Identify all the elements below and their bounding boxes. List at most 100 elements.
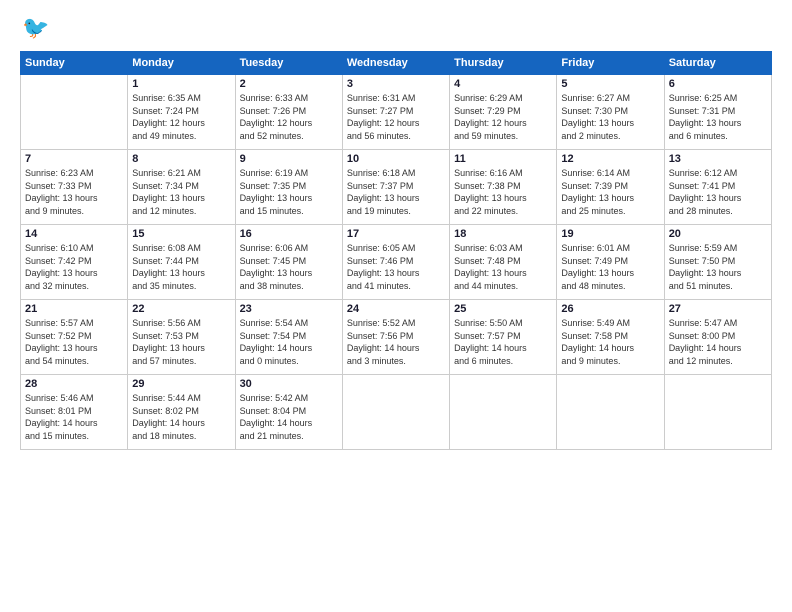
day-info: Sunrise: 5:47 AM Sunset: 8:00 PM Dayligh… <box>669 317 767 367</box>
calendar-cell: 27 Sunrise: 5:47 AM Sunset: 8:00 PM Dayli… <box>664 300 771 375</box>
day-number: 18 <box>454 228 552 240</box>
day-info: Sunrise: 5:46 AM Sunset: 8:01 PM Dayligh… <box>25 392 123 442</box>
day-number: 27 <box>669 303 767 315</box>
day-info: Sunrise: 5:44 AM Sunset: 8:02 PM Dayligh… <box>132 392 230 442</box>
day-info: Sunrise: 6:27 AM Sunset: 7:30 PM Dayligh… <box>561 92 659 142</box>
day-number: 16 <box>240 228 338 240</box>
weekday-header-row: SundayMondayTuesdayWednesdayThursdayFrid… <box>21 52 772 75</box>
day-info: Sunrise: 6:10 AM Sunset: 7:42 PM Dayligh… <box>25 242 123 292</box>
weekday-thursday: Thursday <box>450 52 557 75</box>
calendar-cell: 14 Sunrise: 6:10 AM Sunset: 7:42 PM Dayli… <box>21 225 128 300</box>
weekday-sunday: Sunday <box>21 52 128 75</box>
calendar-cell: 10Sunrise: 6:18 AM Sunset: 7:37 PM Dayli… <box>342 150 449 225</box>
day-number: 14 <box>25 228 123 240</box>
day-number: 20 <box>669 228 767 240</box>
calendar-cell: 15 Sunrise: 6:08 AM Sunset: 7:44 PM Dayli… <box>128 225 235 300</box>
day-number: 19 <box>561 228 659 240</box>
day-info: Sunrise: 5:57 AM Sunset: 7:52 PM Dayligh… <box>25 317 123 367</box>
calendar-table: SundayMondayTuesdayWednesdayThursdayFrid… <box>20 51 772 450</box>
day-number: 7 <box>25 153 123 165</box>
calendar-cell: 30Sunrise: 5:42 AM Sunset: 8:04 PM Dayli… <box>235 375 342 450</box>
day-info: Sunrise: 6:19 AM Sunset: 7:35 PM Dayligh… <box>240 167 338 217</box>
day-info: Sunrise: 6:08 AM Sunset: 7:44 PM Dayligh… <box>132 242 230 292</box>
logo-bird-icon: 🐦 <box>22 15 49 41</box>
day-info: Sunrise: 6:25 AM Sunset: 7:31 PM Dayligh… <box>669 92 767 142</box>
day-info: Sunrise: 6:06 AM Sunset: 7:45 PM Dayligh… <box>240 242 338 292</box>
day-number: 6 <box>669 78 767 90</box>
calendar-cell: 5 Sunrise: 6:27 AM Sunset: 7:30 PM Daylig… <box>557 75 664 150</box>
day-number: 15 <box>132 228 230 240</box>
day-number: 3 <box>347 78 445 90</box>
calendar-cell: 23Sunrise: 5:54 AM Sunset: 7:54 PM Dayli… <box>235 300 342 375</box>
day-number: 25 <box>454 303 552 315</box>
day-info: Sunrise: 5:52 AM Sunset: 7:56 PM Dayligh… <box>347 317 445 367</box>
calendar-cell: 26 Sunrise: 5:49 AM Sunset: 7:58 PM Dayli… <box>557 300 664 375</box>
day-info: Sunrise: 5:59 AM Sunset: 7:50 PM Dayligh… <box>669 242 767 292</box>
day-number: 28 <box>25 378 123 390</box>
day-info: Sunrise: 5:42 AM Sunset: 8:04 PM Dayligh… <box>240 392 338 442</box>
day-info: Sunrise: 5:54 AM Sunset: 7:54 PM Dayligh… <box>240 317 338 367</box>
calendar-cell: 2 Sunrise: 6:33 AM Sunset: 7:26 PM Daylig… <box>235 75 342 150</box>
calendar-cell: 28 Sunrise: 5:46 AM Sunset: 8:01 PM Dayli… <box>21 375 128 450</box>
day-info: Sunrise: 6:01 AM Sunset: 7:49 PM Dayligh… <box>561 242 659 292</box>
calendar-cell: 29 Sunrise: 5:44 AM Sunset: 8:02 PM Dayli… <box>128 375 235 450</box>
calendar-week-5: 28 Sunrise: 5:46 AM Sunset: 8:01 PM Dayli… <box>21 375 772 450</box>
day-number: 2 <box>240 78 338 90</box>
weekday-friday: Friday <box>557 52 664 75</box>
weekday-saturday: Saturday <box>664 52 771 75</box>
day-info: Sunrise: 6:05 AM Sunset: 7:46 PM Dayligh… <box>347 242 445 292</box>
weekday-monday: Monday <box>128 52 235 75</box>
calendar-week-2: 7 Sunrise: 6:23 AM Sunset: 7:33 PM Daylig… <box>21 150 772 225</box>
day-info: Sunrise: 6:29 AM Sunset: 7:29 PM Dayligh… <box>454 92 552 142</box>
calendar-cell: 21 Sunrise: 5:57 AM Sunset: 7:52 PM Dayli… <box>21 300 128 375</box>
day-info: Sunrise: 6:14 AM Sunset: 7:39 PM Dayligh… <box>561 167 659 217</box>
day-info: Sunrise: 5:56 AM Sunset: 7:53 PM Dayligh… <box>132 317 230 367</box>
calendar-cell: 4 Sunrise: 6:29 AM Sunset: 7:29 PM Daylig… <box>450 75 557 150</box>
calendar-cell <box>342 375 449 450</box>
day-number: 1 <box>132 78 230 90</box>
day-info: Sunrise: 5:50 AM Sunset: 7:57 PM Dayligh… <box>454 317 552 367</box>
day-number: 13 <box>669 153 767 165</box>
day-info: Sunrise: 6:03 AM Sunset: 7:48 PM Dayligh… <box>454 242 552 292</box>
logo: 🐦 <box>20 15 49 41</box>
day-number: 24 <box>347 303 445 315</box>
day-info: Sunrise: 6:18 AM Sunset: 7:37 PM Dayligh… <box>347 167 445 217</box>
calendar-cell: 9 Sunrise: 6:19 AM Sunset: 7:35 PM Daylig… <box>235 150 342 225</box>
calendar-cell: 6 Sunrise: 6:25 AM Sunset: 7:31 PM Daylig… <box>664 75 771 150</box>
day-number: 21 <box>25 303 123 315</box>
calendar-cell: 3Sunrise: 6:31 AM Sunset: 7:27 PM Daylig… <box>342 75 449 150</box>
day-info: Sunrise: 6:16 AM Sunset: 7:38 PM Dayligh… <box>454 167 552 217</box>
day-number: 4 <box>454 78 552 90</box>
day-info: Sunrise: 6:12 AM Sunset: 7:41 PM Dayligh… <box>669 167 767 217</box>
day-number: 9 <box>240 153 338 165</box>
calendar-cell: 7 Sunrise: 6:23 AM Sunset: 7:33 PM Daylig… <box>21 150 128 225</box>
day-number: 26 <box>561 303 659 315</box>
calendar-week-3: 14 Sunrise: 6:10 AM Sunset: 7:42 PM Dayli… <box>21 225 772 300</box>
day-info: Sunrise: 6:21 AM Sunset: 7:34 PM Dayligh… <box>132 167 230 217</box>
weekday-wednesday: Wednesday <box>342 52 449 75</box>
calendar-cell <box>450 375 557 450</box>
day-info: Sunrise: 6:33 AM Sunset: 7:26 PM Dayligh… <box>240 92 338 142</box>
page: 🐦 SundayMondayTuesdayWednesdayThursdayFr… <box>0 0 792 612</box>
calendar-cell: 1 Sunrise: 6:35 AM Sunset: 7:24 PM Daylig… <box>128 75 235 150</box>
calendar-week-1: 1 Sunrise: 6:35 AM Sunset: 7:24 PM Daylig… <box>21 75 772 150</box>
day-number: 12 <box>561 153 659 165</box>
day-number: 29 <box>132 378 230 390</box>
calendar-cell: 16 Sunrise: 6:06 AM Sunset: 7:45 PM Dayli… <box>235 225 342 300</box>
day-info: Sunrise: 6:35 AM Sunset: 7:24 PM Dayligh… <box>132 92 230 142</box>
calendar-cell: 22Sunrise: 5:56 AM Sunset: 7:53 PM Dayli… <box>128 300 235 375</box>
weekday-tuesday: Tuesday <box>235 52 342 75</box>
calendar-cell <box>557 375 664 450</box>
day-number: 5 <box>561 78 659 90</box>
calendar-cell: 17 Sunrise: 6:05 AM Sunset: 7:46 PM Dayli… <box>342 225 449 300</box>
day-info: Sunrise: 5:49 AM Sunset: 7:58 PM Dayligh… <box>561 317 659 367</box>
day-info: Sunrise: 6:23 AM Sunset: 7:33 PM Dayligh… <box>25 167 123 217</box>
calendar-cell: 11 Sunrise: 6:16 AM Sunset: 7:38 PM Dayli… <box>450 150 557 225</box>
day-number: 8 <box>132 153 230 165</box>
calendar-cell <box>21 75 128 150</box>
calendar-cell: 18 Sunrise: 6:03 AM Sunset: 7:48 PM Dayli… <box>450 225 557 300</box>
calendar-cell <box>664 375 771 450</box>
day-number: 17 <box>347 228 445 240</box>
day-number: 11 <box>454 153 552 165</box>
calendar-week-4: 21 Sunrise: 5:57 AM Sunset: 7:52 PM Dayli… <box>21 300 772 375</box>
